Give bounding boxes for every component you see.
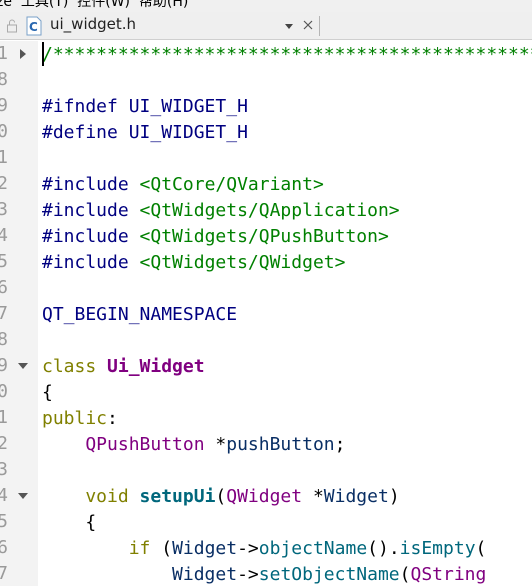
line-number: 4 <box>0 225 8 246</box>
line-number: 4 <box>0 485 8 506</box>
tab-dropdown-icon[interactable] <box>283 19 295 33</box>
gutter-line: 0 <box>0 119 38 145</box>
fold-expanded-icon[interactable] <box>17 483 29 509</box>
gutter-line: 7 <box>0 301 38 327</box>
code-line[interactable]: #include <QtCore/QVariant> <box>42 172 324 198</box>
fold-collapsed-icon[interactable] <box>17 41 29 67</box>
line-number: 3 <box>0 199 8 220</box>
code-area[interactable]: /***************************************… <box>42 41 532 586</box>
gutter-line: 3 <box>0 197 38 223</box>
code-line[interactable]: #include <QtWidgets/QPushButton> <box>42 224 389 250</box>
line-number: 1 <box>0 43 8 64</box>
gutter-line: 4 <box>0 223 38 249</box>
gutter-line: 9 <box>0 353 38 379</box>
code-line[interactable]: { <box>42 380 53 406</box>
lock-icon <box>6 18 18 34</box>
gutter-line: 1 <box>0 145 38 171</box>
gutter-line: 1 <box>0 405 38 431</box>
close-tab-icon[interactable] <box>300 17 316 33</box>
menu-bar[interactable]: ze 工具(T) 控件(W) 帮助(H) <box>0 0 532 12</box>
line-number: 8 <box>0 329 8 350</box>
gutter-line: 8 <box>0 67 38 93</box>
code-editor[interactable]: 189012345678901234567 /*****************… <box>0 41 532 586</box>
line-number: 8 <box>0 69 8 90</box>
gutter-line: 3 <box>0 457 38 483</box>
gutter-line: 5 <box>0 509 38 535</box>
c-header-file-icon: C <box>26 16 42 36</box>
gutter-line: 8 <box>0 327 38 353</box>
svg-text:C: C <box>29 20 38 34</box>
line-number: 5 <box>0 251 8 272</box>
tab-title[interactable]: ui_widget.h <box>50 15 136 33</box>
gutter-line: 5 <box>0 249 38 275</box>
tab-separator <box>319 16 320 36</box>
line-number: 0 <box>0 121 8 142</box>
line-number: 6 <box>0 537 8 558</box>
code-line[interactable]: #include <QtWidgets/QWidget> <box>42 250 345 276</box>
gutter-line: 6 <box>0 275 38 301</box>
code-line[interactable]: if (Widget->objectName().isEmpty( <box>42 536 487 562</box>
code-line[interactable]: { <box>42 510 96 536</box>
code-line[interactable]: #ifndef UI_WIDGET_H <box>42 94 248 120</box>
line-number: 9 <box>0 355 8 376</box>
gutter-line: 1 <box>0 41 38 67</box>
gutter-line: 2 <box>0 171 38 197</box>
line-number: 6 <box>0 277 8 298</box>
line-number-gutter: 189012345678901234567 <box>0 41 38 586</box>
gutter-line: 9 <box>0 93 38 119</box>
gutter-line: 4 <box>0 483 38 509</box>
code-line[interactable]: class Ui_Widget <box>42 354 205 380</box>
code-line[interactable]: #define UI_WIDGET_H <box>42 120 248 146</box>
line-number: 0 <box>0 381 8 402</box>
line-number: 1 <box>0 147 8 168</box>
line-number: 2 <box>0 433 8 454</box>
tab-bar: C ui_widget.h <box>0 12 532 40</box>
code-line[interactable]: void setupUi(QWidget *Widget) <box>42 484 399 510</box>
line-number: 9 <box>0 95 8 116</box>
line-number: 2 <box>0 173 8 194</box>
line-number: 5 <box>0 511 8 532</box>
gutter-line: 2 <box>0 431 38 457</box>
line-number: 1 <box>0 407 8 428</box>
line-number: 3 <box>0 459 8 480</box>
line-number: 7 <box>0 563 8 584</box>
gutter-line: 0 <box>0 379 38 405</box>
menu-bar-text[interactable]: ze 工具(T) 控件(W) 帮助(H) <box>0 0 188 11</box>
line-number: 7 <box>0 303 8 324</box>
code-line[interactable]: #include <QtWidgets/QApplication> <box>42 198 400 224</box>
code-line[interactable]: /***************************************… <box>42 42 532 68</box>
code-line[interactable]: QPushButton *pushButton; <box>42 432 345 458</box>
gutter-line: 6 <box>0 535 38 561</box>
fold-expanded-icon[interactable] <box>17 353 29 379</box>
text-cursor <box>42 42 44 66</box>
gutter-line: 7 <box>0 561 38 587</box>
code-line[interactable]: public: <box>42 406 118 432</box>
code-line[interactable]: Widget->setObjectName(QString <box>42 562 486 586</box>
code-line[interactable]: QT_BEGIN_NAMESPACE <box>42 302 237 328</box>
